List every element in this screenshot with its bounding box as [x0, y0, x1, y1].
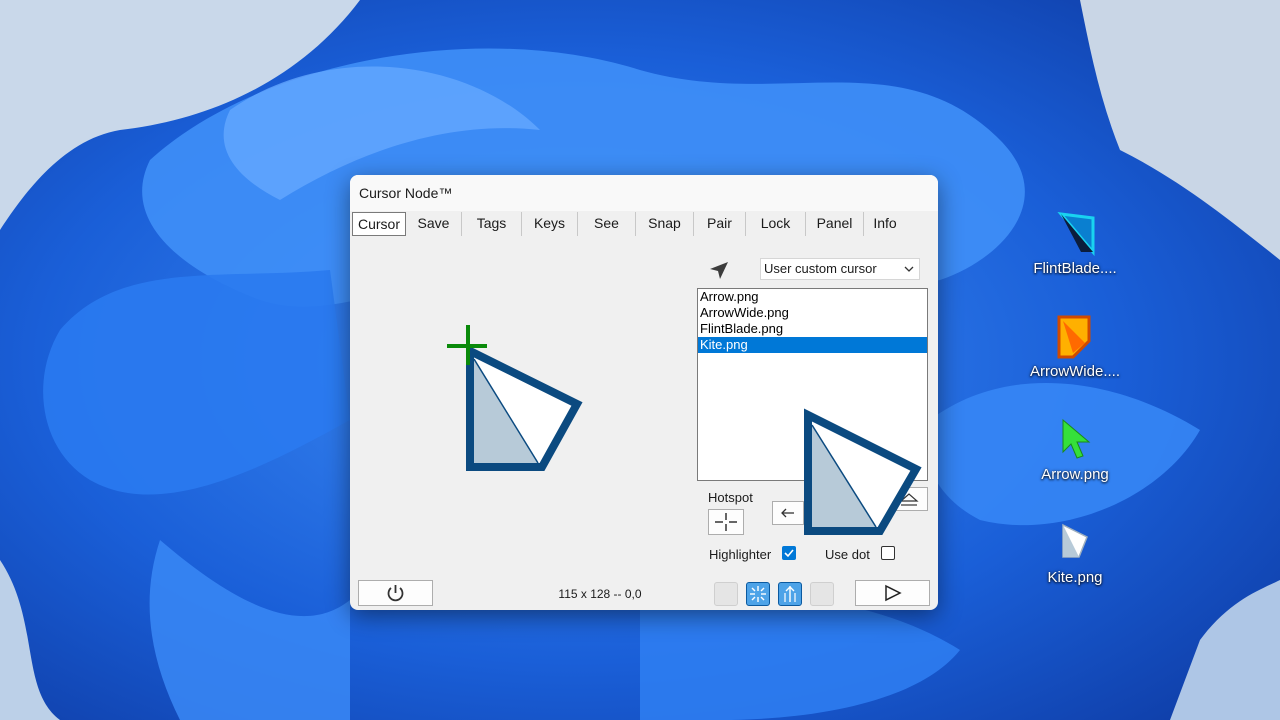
tab-lock[interactable]: Lock — [746, 212, 806, 236]
tab-panel[interactable]: Panel — [806, 212, 864, 236]
sparkle-icon — [750, 586, 766, 602]
tab-tags[interactable]: Tags — [462, 212, 522, 236]
list-item-selected[interactable]: Kite.png — [698, 337, 927, 353]
live-kite-cursor — [804, 408, 922, 535]
use-dot-checkbox[interactable] — [881, 546, 895, 560]
tab-snap[interactable]: Snap — [636, 212, 694, 236]
window-title: Cursor Node™ — [359, 185, 453, 201]
tab-cursor[interactable]: Cursor — [352, 212, 406, 236]
mode-button-1[interactable] — [714, 582, 738, 606]
desktop-icon-arrowwide[interactable]: ArrowWide.... — [1020, 315, 1130, 380]
tab-save[interactable]: Save — [406, 212, 462, 236]
use-dot-label: Use dot — [825, 547, 870, 562]
power-icon — [387, 585, 404, 602]
highlighter-checkbox[interactable] — [782, 546, 796, 560]
arrowwide-cursor-icon — [1057, 315, 1091, 359]
desktop-icon-label: FlintBlade.... — [1033, 260, 1117, 277]
split-mode-button[interactable] — [778, 582, 802, 606]
play-button[interactable] — [855, 580, 930, 606]
power-button[interactable] — [358, 580, 433, 606]
flintblade-cursor-icon — [1057, 212, 1095, 256]
play-icon — [885, 584, 902, 602]
list-item[interactable]: Arrow.png — [698, 289, 927, 305]
up-arrow-split-icon — [784, 586, 796, 602]
desktop-icon-label: ArrowWide.... — [1029, 363, 1120, 380]
checkmark-icon — [784, 549, 794, 558]
sparkle-mode-button[interactable] — [746, 582, 770, 606]
cursor-preview — [447, 325, 583, 471]
status-text: 115 x 128 -- 0,0 — [558, 587, 642, 601]
desktop-icon-arrow[interactable]: Arrow.png — [1020, 418, 1130, 483]
crosshair-icon — [715, 513, 737, 531]
tab-see[interactable]: See — [578, 212, 636, 236]
tab-pair[interactable]: Pair — [694, 212, 746, 236]
chevron-down-icon — [904, 266, 914, 272]
list-item[interactable]: ArrowWide.png — [698, 305, 927, 321]
cursor-node-window: Cursor Node™ Cursor Save Tags Keys See S… — [350, 175, 938, 610]
cursor-source-dropdown[interactable]: User custom cursor — [760, 258, 920, 280]
desktop-icon-label: Kite.png — [1047, 569, 1103, 586]
arrow-left-icon — [781, 508, 794, 518]
arrow-cursor-icon — [1062, 418, 1091, 459]
list-item[interactable]: FlintBlade.png — [698, 321, 927, 337]
tab-info[interactable]: Info — [864, 212, 906, 236]
hotspot-center-button[interactable] — [708, 509, 744, 535]
tab-keys[interactable]: Keys — [522, 212, 578, 236]
hotspot-label: Hotspot — [708, 490, 753, 505]
pointer-arrow-icon — [710, 262, 728, 279]
cursor-source-value: User custom cursor — [764, 261, 877, 276]
highlighter-label: Highlighter — [709, 547, 772, 562]
desktop-icon-kite[interactable]: Kite.png — [1020, 521, 1130, 586]
desktop-icon-label: Arrow.png — [1041, 466, 1109, 483]
tab-strip: Cursor Save Tags Keys See Snap Pair Lock… — [352, 212, 936, 236]
mode-button-4[interactable] — [810, 582, 834, 606]
desktop-icon-flintblade[interactable]: FlintBlade.... — [1020, 212, 1130, 277]
kite-cursor-icon — [1062, 523, 1088, 558]
title-bar[interactable]: Cursor Node™ — [350, 175, 938, 211]
